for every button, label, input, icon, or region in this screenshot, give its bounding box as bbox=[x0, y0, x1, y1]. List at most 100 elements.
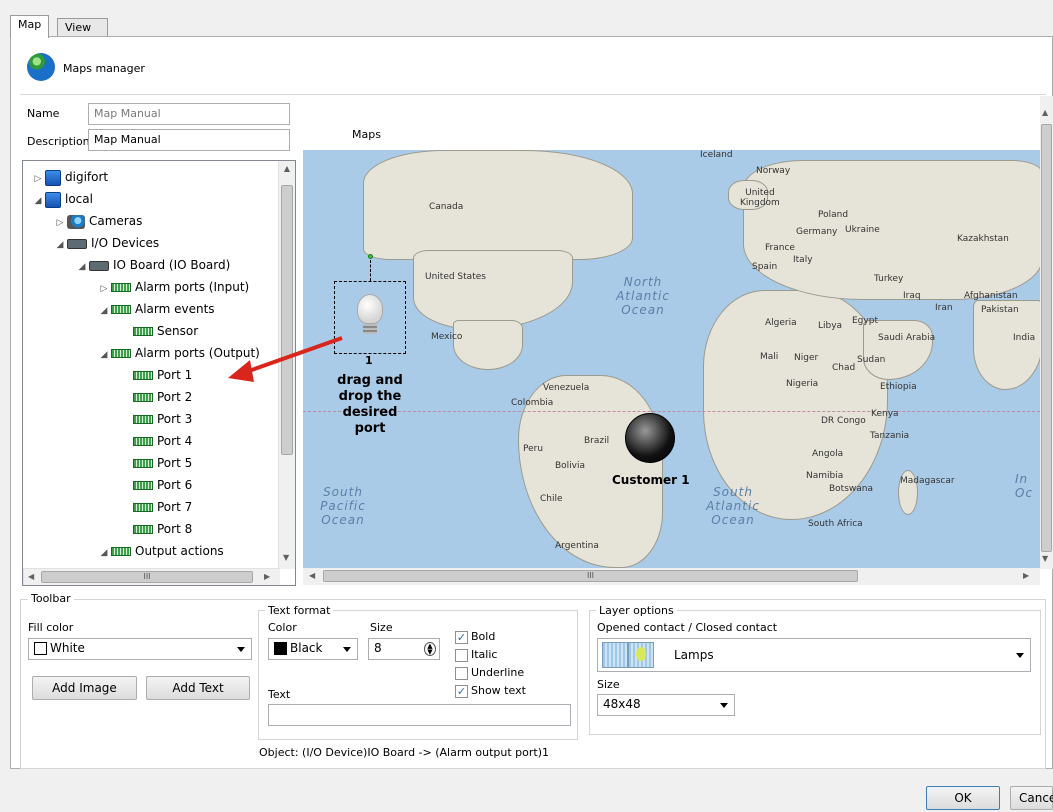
check-icon: ✓ bbox=[455, 684, 468, 698]
description-field[interactable]: Map Manual bbox=[88, 129, 290, 151]
add-text-button[interactable]: Add Text bbox=[146, 676, 250, 700]
tree-node[interactable]: ▷ Alarm ports (Input) bbox=[99, 277, 250, 299]
stepper-arrows-icon[interactable]: ▲ ▼ bbox=[424, 642, 436, 656]
text-size-stepper[interactable]: 8 ▲ ▼ bbox=[368, 638, 440, 660]
map-scroll-up-icon[interactable]: ▲ bbox=[1042, 108, 1048, 117]
board-icon bbox=[133, 327, 153, 336]
tree-node[interactable]: Port 2 bbox=[121, 387, 192, 407]
tree-node[interactable]: Port 4 bbox=[121, 431, 192, 451]
tree-expander-icon[interactable]: ◢ bbox=[99, 301, 109, 321]
world-map[interactable]: Iceland Canada United States Mexico Vene… bbox=[303, 150, 1040, 568]
country-label: Angola bbox=[812, 449, 844, 459]
scroll-right-icon[interactable]: ▶ bbox=[264, 572, 270, 581]
country-label: Botswana bbox=[829, 484, 873, 494]
tree-expander-icon[interactable]: ▷ bbox=[33, 169, 43, 189]
country-label: Peru bbox=[523, 444, 544, 454]
north-america-shape bbox=[363, 150, 633, 260]
rotate-handle[interactable] bbox=[368, 254, 373, 259]
country-label: Sudan bbox=[857, 355, 886, 365]
checkbox-empty-icon bbox=[455, 666, 468, 680]
map-horizontal-scrollbar[interactable]: ◀ III ▶ bbox=[303, 568, 1040, 585]
ocean-label-indian: In Oc bbox=[1015, 472, 1034, 500]
camera-icon bbox=[67, 214, 85, 229]
size-label: Size bbox=[370, 621, 393, 634]
tree-node[interactable]: ◢ local bbox=[33, 189, 93, 209]
board-icon bbox=[133, 437, 153, 446]
scroll-up-icon[interactable]: ▲ bbox=[279, 164, 295, 173]
tree-node[interactable]: Port 1 bbox=[121, 365, 192, 385]
tab-view-rights[interactable]: View Rights bbox=[57, 18, 108, 47]
tree-scroll-thumb[interactable] bbox=[281, 185, 293, 455]
tree-node[interactable]: Port 6 bbox=[121, 475, 192, 495]
tree-expander-icon[interactable]: ◢ bbox=[33, 191, 43, 211]
show-text-checkbox[interactable]: ✓ Show text bbox=[455, 684, 526, 698]
name-label: Name bbox=[27, 107, 60, 120]
mexico-shape bbox=[453, 320, 523, 370]
tree-expander-icon[interactable]: ◢ bbox=[99, 543, 109, 563]
tree-expander-icon[interactable]: ◢ bbox=[55, 235, 65, 255]
country-label: India bbox=[1013, 333, 1036, 343]
country-label: Algeria bbox=[765, 318, 797, 328]
layer-options-label: Layer options bbox=[596, 604, 677, 617]
tree-node[interactable]: Port 3 bbox=[121, 409, 192, 429]
tree-expander-icon[interactable]: ◢ bbox=[77, 257, 87, 277]
tree-node[interactable]: Port 7 bbox=[121, 497, 192, 517]
black-swatch-icon bbox=[274, 642, 287, 655]
tree-expander-icon[interactable]: ▷ bbox=[55, 213, 65, 233]
tree-expander-icon[interactable]: ◢ bbox=[99, 345, 109, 365]
io-device-icon bbox=[67, 238, 87, 249]
tree-node[interactable]: ▷ digifort bbox=[33, 167, 108, 187]
layer-size-label: Size bbox=[597, 678, 620, 691]
tree-node[interactable]: Sensor bbox=[121, 321, 198, 341]
country-label: Ukraine bbox=[845, 225, 880, 235]
scroll-left-icon[interactable]: ◀ bbox=[28, 572, 34, 581]
white-swatch-icon bbox=[34, 642, 47, 655]
tree-expander-icon[interactable]: ▷ bbox=[99, 279, 109, 299]
add-image-button[interactable]: Add Image bbox=[32, 676, 137, 700]
country-label: Brazil bbox=[584, 436, 610, 446]
customer-globe-icon[interactable] bbox=[625, 413, 675, 463]
ok-button[interactable]: OK bbox=[926, 786, 1000, 810]
tab-map[interactable]: Map bbox=[10, 15, 50, 38]
tree-horizontal-scrollbar[interactable]: ◀ III ▶ bbox=[23, 568, 280, 585]
bold-checkbox[interactable]: ✓ Bold bbox=[455, 630, 495, 644]
country-label: Pakistan bbox=[981, 305, 1019, 315]
country-label: Germany bbox=[796, 227, 838, 237]
name-field[interactable]: Map Manual bbox=[88, 103, 290, 125]
map-scroll-right-icon[interactable]: ▶ bbox=[1023, 571, 1029, 580]
tree-node-label: Port 7 bbox=[157, 500, 193, 514]
italic-checkbox[interactable]: Italic bbox=[455, 648, 497, 662]
tree-node[interactable]: Port 5 bbox=[121, 453, 192, 473]
country-label: Spain bbox=[752, 262, 778, 272]
tree-node[interactable]: ▷ Cameras bbox=[55, 211, 142, 231]
map-scroll-thumb[interactable] bbox=[1041, 124, 1052, 552]
cancel-button[interactable]: Cancel bbox=[1010, 786, 1053, 810]
tree-node[interactable]: Port 8 bbox=[121, 519, 192, 539]
map-vertical-scrollbar[interactable]: ▲ ▼ bbox=[1040, 96, 1053, 569]
tree-node[interactable]: ◢ Alarm events bbox=[99, 299, 215, 319]
color-label: Color bbox=[268, 621, 297, 634]
rotate-handle-line bbox=[370, 260, 371, 281]
text-input[interactable] bbox=[268, 704, 571, 726]
text-color-select[interactable]: Black bbox=[268, 638, 358, 660]
board-icon bbox=[133, 481, 153, 490]
map-scroll-left-icon[interactable]: ◀ bbox=[309, 571, 315, 580]
contact-value: Lamps bbox=[674, 648, 714, 662]
map-scroll-down-icon[interactable]: ▼ bbox=[1042, 554, 1048, 563]
tree-node[interactable]: ◢ IO Board (IO Board) bbox=[77, 255, 231, 277]
tree-node[interactable]: ◢ I/O Devices bbox=[55, 233, 160, 255]
fill-color-select[interactable]: White bbox=[28, 638, 252, 660]
board-icon bbox=[133, 393, 153, 402]
tree-node-label: local bbox=[65, 192, 93, 206]
underline-checkbox[interactable]: Underline bbox=[455, 666, 524, 680]
text-size-value: 8 bbox=[374, 641, 382, 655]
tree-node[interactable]: ◢ Output actions bbox=[99, 541, 224, 561]
country-label: Libya bbox=[818, 321, 843, 331]
header-divider bbox=[20, 94, 1046, 95]
map-hscroll-thumb[interactable]: III bbox=[323, 570, 858, 582]
scroll-down-icon[interactable]: ▼ bbox=[283, 553, 289, 562]
layer-size-select[interactable]: 48x48 bbox=[597, 694, 735, 716]
country-label: Canada bbox=[429, 202, 464, 212]
contact-select[interactable]: Lamps bbox=[597, 638, 1031, 672]
tree-hscroll-thumb[interactable]: III bbox=[41, 571, 253, 583]
